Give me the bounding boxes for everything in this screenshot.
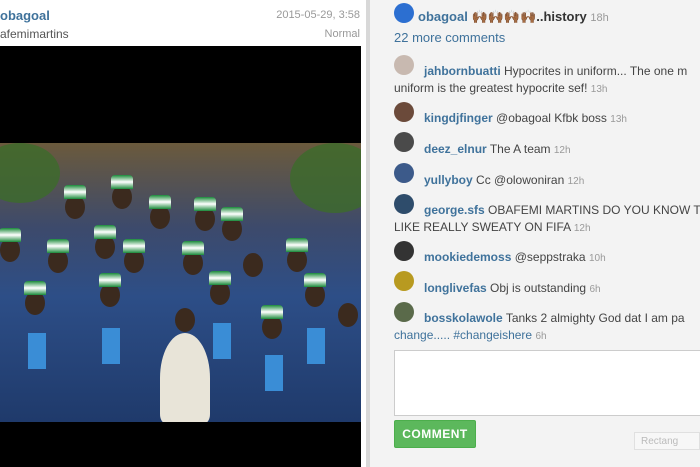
cap xyxy=(99,273,121,287)
post-panel: obagoal 2015-05-29, 3:58 afemimartins No… xyxy=(0,0,366,467)
cap xyxy=(304,273,326,287)
comment-item: yullyboy Cc @olowoniran 12h xyxy=(394,172,700,190)
comment-text-continued: LIKE REALLY SWEATY ON FIFA xyxy=(394,220,571,234)
comment-text-continued: uniform is the greatest hypocrite sef! xyxy=(394,81,588,95)
comment-text-continued: change..... #changeishere xyxy=(394,328,533,342)
comment-time: 12h xyxy=(567,176,585,187)
person-white-robe xyxy=(160,333,210,422)
comment-button[interactable]: COMMENT xyxy=(394,420,476,448)
comment-time: 13h xyxy=(610,114,627,125)
cap xyxy=(149,195,171,209)
comment-username-link[interactable]: yullyboy xyxy=(424,173,473,187)
comment-text: Hypocrites in uniform... The one m xyxy=(504,64,688,78)
more-comments-link[interactable]: 22 more comments xyxy=(394,30,505,45)
comment-input[interactable] xyxy=(394,350,700,416)
person-head xyxy=(338,303,358,327)
comment-text: Obj is outstanding xyxy=(490,281,587,295)
comment-text: Cc @olowoniran xyxy=(476,173,565,187)
comment-username-link[interactable]: george.sfs xyxy=(424,203,485,217)
comment-item: kingdjfinger @obagoal Kfbk boss 13h xyxy=(394,110,700,128)
comment-time: 12h xyxy=(553,145,571,156)
cap xyxy=(261,305,283,319)
cap xyxy=(182,241,204,255)
post-owner-link[interactable]: obagoal xyxy=(0,8,50,23)
header-time: 18h xyxy=(590,12,609,24)
comments-panel: obagoal 🙌🏾🙌🏾🙌🏾🙌🏾..history 18h 22 more co… xyxy=(370,0,700,467)
cap xyxy=(209,271,231,285)
comment-text: @obagoal Kfbk boss xyxy=(496,111,607,125)
comment-item: longlivefas Obj is outstanding 6h xyxy=(394,280,700,298)
cap xyxy=(111,175,133,189)
comment-text: Tanks 2 almighty God dat I am pa xyxy=(505,311,685,325)
person-head xyxy=(243,253,263,277)
comment-item: mookiedemoss @seppstraka 10h xyxy=(394,249,700,267)
photo-frame xyxy=(0,46,361,467)
comment-username-link[interactable]: bosskolawole xyxy=(424,311,503,325)
person-head xyxy=(175,308,195,332)
post-date: 2015-05-29, 3:58 xyxy=(276,9,360,21)
cap xyxy=(47,239,69,253)
comment-time: 12h xyxy=(573,223,591,234)
comment-time: 10h xyxy=(588,253,606,264)
comment-item: jahbornbuatti Hypocrites in uniform... T… xyxy=(394,63,700,98)
comment-username-link[interactable]: jahbornbuatti xyxy=(424,64,501,78)
palm-left-decoration xyxy=(0,143,60,203)
cap xyxy=(194,197,216,211)
post-photo[interactable] xyxy=(0,143,361,422)
sash xyxy=(213,323,231,359)
comment-username-link[interactable]: kingdjfinger xyxy=(424,111,493,125)
cap xyxy=(286,238,308,252)
header-username-link[interactable]: obagoal xyxy=(418,9,468,24)
comment-item: bosskolawole Tanks 2 almighty God dat I … xyxy=(394,310,700,345)
cap xyxy=(0,228,21,242)
comment-text: The A team xyxy=(489,142,551,156)
cap xyxy=(221,207,243,221)
comment-username-link[interactable]: mookiedemoss xyxy=(424,250,511,264)
sash xyxy=(307,328,325,364)
cap xyxy=(94,225,116,239)
comment-time: 6h xyxy=(535,331,547,342)
comment-username-link[interactable]: longlivefas xyxy=(424,281,487,295)
comment-item: deez_elnur The A team 12h xyxy=(394,141,700,159)
sash xyxy=(102,328,120,364)
post-caption: afemimartins xyxy=(0,27,69,41)
comment-username-link[interactable]: deez_elnur xyxy=(424,142,487,156)
post-filter: Normal xyxy=(324,28,360,40)
comment-text: OBAFEMI MARTINS DO YOU KNOW T xyxy=(488,203,700,217)
sash xyxy=(265,355,283,391)
cap xyxy=(123,239,145,253)
header-caption: 🙌🏾🙌🏾🙌🏾🙌🏾..history xyxy=(471,9,587,24)
cap xyxy=(24,281,46,295)
palm-right-decoration xyxy=(290,143,361,213)
header-avatar[interactable] xyxy=(394,3,414,23)
comment-item: george.sfs OBAFEMI MARTINS DO YOU KNOW T… xyxy=(394,202,700,237)
comments-header: obagoal 🙌🏾🙌🏾🙌🏾🙌🏾..history 18h xyxy=(418,9,609,25)
cap xyxy=(64,185,86,199)
comment-time: 6h xyxy=(589,284,601,295)
rectangle-hint: Rectang xyxy=(634,432,700,450)
sash xyxy=(28,333,46,369)
comment-time: 13h xyxy=(590,84,608,95)
comment-text: @seppstraka xyxy=(514,250,586,264)
